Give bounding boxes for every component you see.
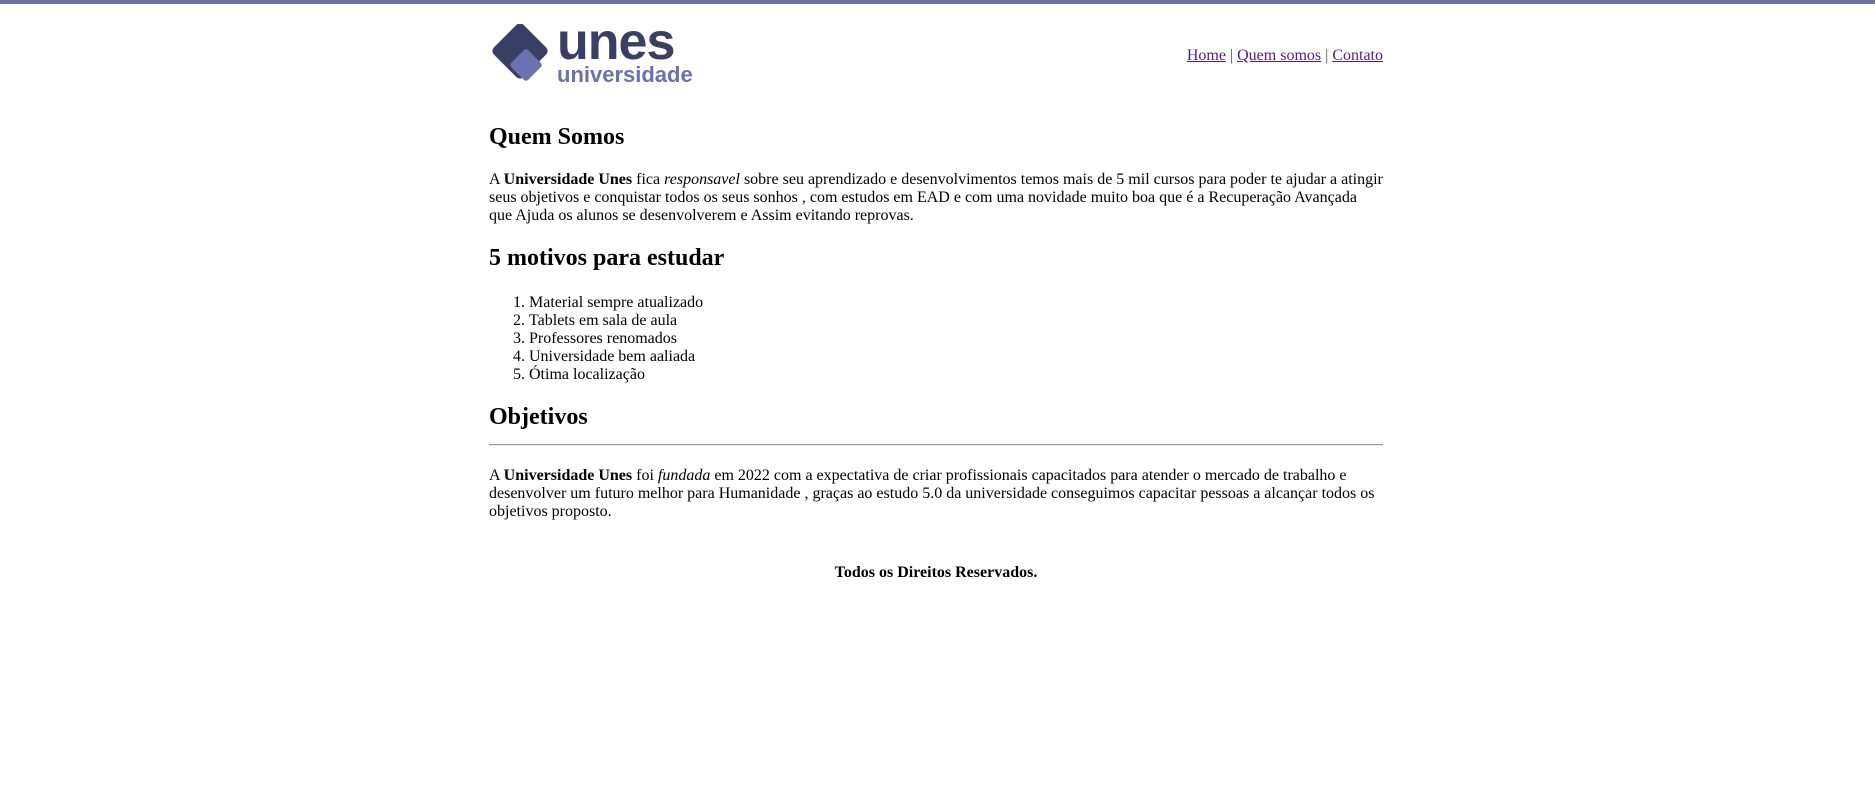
- logo-diamond-icon: [489, 23, 553, 88]
- list-item: Universidade bem aaliada: [529, 348, 703, 366]
- motivos-list: Material sempre atualizado Tablets em sa…: [489, 294, 703, 384]
- page-container: unes universidade Home | Quem somos | Co…: [489, 4, 1383, 581]
- nav-link-contato[interactable]: Contato: [1332, 47, 1383, 64]
- logo-brand: unes: [557, 13, 675, 71]
- nav-link-home[interactable]: Home: [1187, 47, 1226, 64]
- site-footer: Todos os Direitos Reservados.: [834, 564, 1038, 581]
- bold-text: Universidade Unes: [503, 171, 633, 188]
- list-item: Ótima localização: [529, 366, 703, 384]
- text: foi: [632, 467, 658, 484]
- section-title-motivos: 5 motivos para estudar: [489, 245, 725, 271]
- site-header: unes universidade Home | Quem somos | Co…: [489, 4, 1383, 94]
- divider: [489, 444, 1383, 446]
- text: fica: [632, 171, 665, 188]
- nav-separator: |: [1229, 47, 1234, 64]
- text: A: [489, 467, 504, 484]
- list-item: Material sempre atualizado: [529, 294, 703, 312]
- italic-text: fundada: [657, 467, 711, 484]
- quem-somos-paragraph: A Universidade Unes fica responsavel sob…: [489, 171, 1383, 225]
- logo-text: unes universidade: [557, 13, 693, 87]
- list-item: Professores renomados: [529, 330, 703, 348]
- section-title-objetivos: Objetivos: [489, 404, 588, 430]
- text: A: [489, 171, 504, 188]
- italic-text: responsavel: [664, 171, 740, 188]
- nav-separator: |: [1325, 47, 1329, 64]
- list-item: Tablets em sala de aula: [529, 312, 703, 330]
- objetivos-paragraph: A Universidade Unes foi fundada em 2022 …: [489, 467, 1383, 521]
- section-title-quem-somos: Quem Somos: [489, 124, 625, 150]
- bold-text: Universidade Unes: [503, 467, 633, 484]
- nav-link-quem-somos[interactable]: Quem somos: [1237, 47, 1321, 64]
- site-logo[interactable]: unes universidade: [489, 16, 693, 88]
- main-nav: Home | Quem somos | Contato: [1187, 47, 1383, 65]
- logo-subtitle: universidade: [557, 62, 693, 87]
